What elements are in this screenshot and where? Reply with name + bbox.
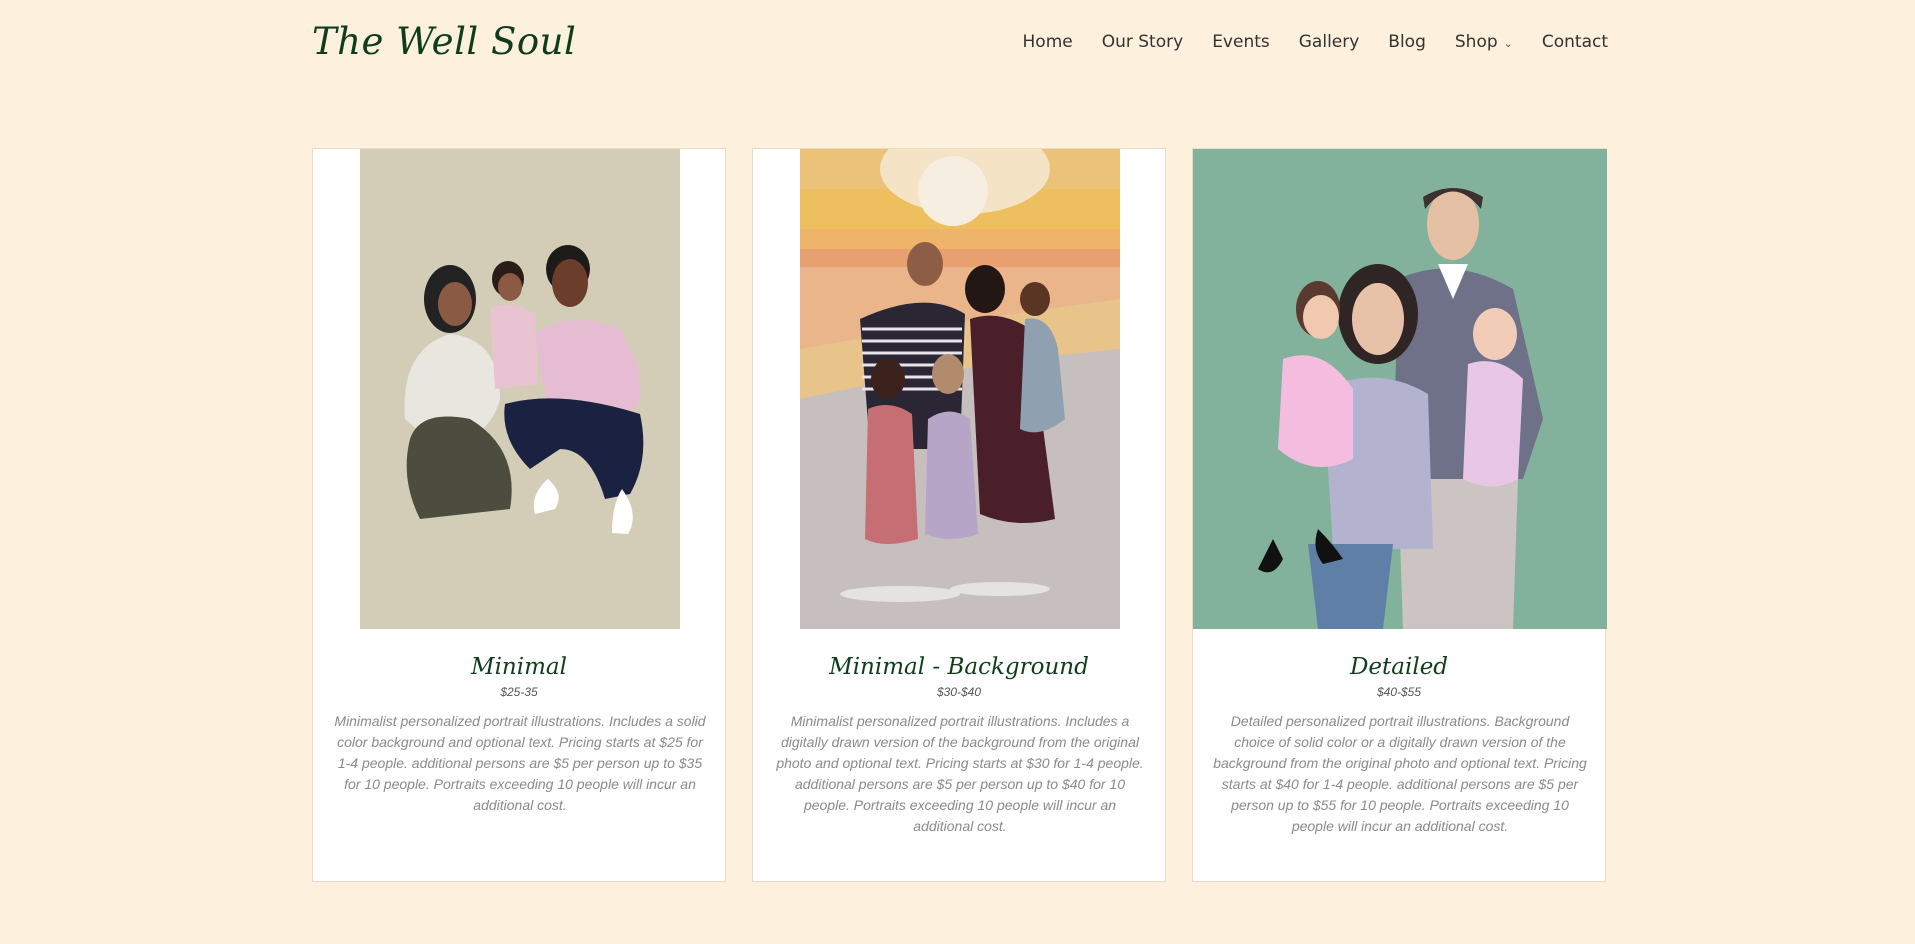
site-header: The Well Soul Home Our Story Events Gall… bbox=[312, 0, 1608, 90]
nav-contact[interactable]: Contact bbox=[1542, 32, 1608, 52]
chevron-down-icon: ⌄ bbox=[1503, 36, 1513, 50]
card-title[interactable]: Detailed bbox=[1193, 654, 1605, 680]
nav-gallery[interactable]: Gallery bbox=[1299, 32, 1360, 52]
nav-home-label: Home bbox=[1022, 32, 1073, 52]
main-nav: Home Our Story Events Gallery Blog Shop ⌄… bbox=[994, 32, 1608, 52]
product-card-detailed[interactable]: Detailed $40-$55 Detailed personalized p… bbox=[1192, 148, 1607, 882]
card-description: Detailed personalized portrait illustrat… bbox=[1213, 713, 1587, 834]
nav-blog[interactable]: Blog bbox=[1388, 32, 1426, 52]
product-card-minimal-background[interactable]: Minimal - Background $30-$40 Minimalist … bbox=[752, 148, 1166, 882]
card-title[interactable]: Minimal bbox=[313, 654, 725, 680]
card-price: $30-$40 bbox=[936, 685, 982, 699]
site-logo[interactable]: The Well Soul bbox=[312, 20, 576, 63]
nav-events[interactable]: Events bbox=[1212, 32, 1270, 52]
nav-blog-label: Blog bbox=[1388, 32, 1426, 52]
nav-shop[interactable]: Shop ⌄ bbox=[1455, 32, 1513, 52]
product-card-minimal[interactable]: Minimal $25-35 Minimalist personalized p… bbox=[312, 148, 726, 882]
nav-our-story-label: Our Story bbox=[1101, 32, 1184, 52]
nav-our-story[interactable]: Our Story bbox=[1102, 32, 1183, 52]
nav-home[interactable]: Home bbox=[1023, 32, 1073, 52]
card-price: $25-35 bbox=[500, 685, 538, 699]
card-title[interactable]: Minimal - Background bbox=[753, 654, 1165, 680]
card-price: $40-$55 bbox=[1376, 685, 1422, 699]
nav-shop-label: Shop bbox=[1454, 32, 1498, 52]
nav-contact-label: Contact bbox=[1541, 32, 1608, 52]
card-description: Minimalist personalized portrait illustr… bbox=[776, 713, 1144, 834]
nav-gallery-label: Gallery bbox=[1298, 32, 1360, 52]
portrait-image-minimal-background[interactable] bbox=[800, 149, 1120, 629]
nav-events-label: Events bbox=[1212, 32, 1270, 52]
portrait-image-minimal[interactable] bbox=[360, 149, 680, 629]
portrait-image-detailed[interactable] bbox=[1193, 149, 1607, 629]
card-description: Minimalist personalized portrait illustr… bbox=[334, 713, 706, 813]
